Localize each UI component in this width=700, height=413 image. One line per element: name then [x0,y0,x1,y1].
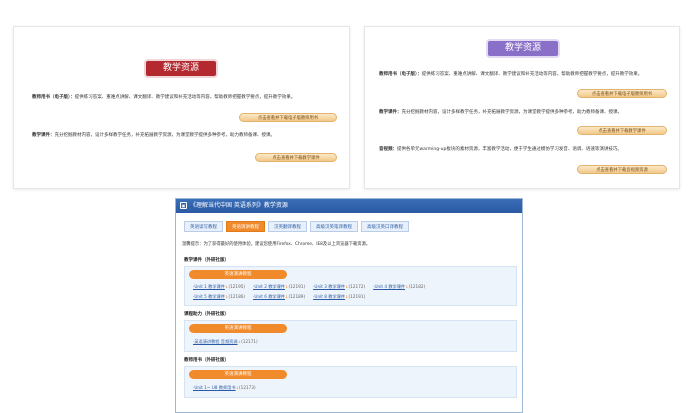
teacher-book-box: 英语演讲教程 ·Unit 1~ U8 教师用书↓(12173) [184,366,517,398]
link-item[interactable]: ·Unit 8 教学课件↓(12191) [313,294,365,300]
link-item[interactable]: ·Unit 5 教学课件↓(12186) [193,294,245,300]
tab-advanced-translation[interactable]: 高级汉英笔译教程 [310,221,358,232]
resource-panel-right: 教学资源 教师用书（电子版）：提供练习答案、重难点讲解、课文翻译、教学建议和补充… [364,26,680,189]
resource-panel-left: 教学资源 教师用书（电子版）：提供练习答案、重难点讲解、课文翻译、教学建议和补充… [13,26,350,189]
link-item[interactable]: ·Unit 1 教学课件↓(12195) [193,284,245,290]
course-pill: 英语演讲教程 [189,270,287,279]
teacher-book-description: 教师用书（电子版）：提供练习答案、重难点讲解、课文翻译、教学建议和补充活动等内容… [379,72,642,78]
courseware-row-1: ·Unit 1 教学课件↓(12195) ·Unit 2 教学课件↓(12191… [193,284,425,290]
section-label-course-support: 课程助力（外研社版） [184,312,229,317]
courseware-text: 充分挖掘教材内容，设计多样教学任务，补充拓展教学资源，为课堂教学提供多种参考，助… [54,133,276,138]
audio-video-label: 音视频： [379,147,397,152]
link-item[interactable]: ·Unit 4 教学课件↓(12182) [373,284,425,290]
teacher-book-text: 提供练习答案、重难点讲解、课文翻译、教学建议和补充活动等内容，帮助教师把握教学要… [421,72,643,77]
audio-resource-link[interactable]: ·英语演讲教程 音频资源 [193,339,238,344]
download-count: (12171) [241,339,258,344]
panel-title: 教学资源 [146,61,216,76]
teacher-book-label: 教师用书（电子版）： [32,95,75,100]
download-count: (12195) [228,284,246,289]
link-item[interactable]: ·Unit 2 教学课件↓(12191) [253,284,305,290]
link-item[interactable]: ·英语演讲教程 音频资源↓(12171) [193,339,258,345]
courseware-row-2: ·Unit 5 教学课件↓(12186) ·Unit 6 教学课件↓(12189… [193,294,365,300]
course-support-row: ·英语演讲教程 音频资源↓(12171) [193,339,258,345]
courseware-description: 教学课件：充分挖掘教材内容，设计多样教学任务，补充拓展教学资源，为课堂教学提供多… [32,133,275,139]
tab-reading-writing[interactable]: 英语读写教程 [184,221,223,232]
download-audio-video-button[interactable]: 点击查看并下载音视频资源 [577,165,667,174]
tab-bar: 英语读写教程 英语演讲教程 汉英翻译教程 高级汉英笔译教程 高级汉英口译教程 [184,221,409,232]
link-item[interactable]: ·Unit 6 教学课件↓(12189) [253,294,305,300]
download-count: (12186) [228,294,246,299]
link-item[interactable]: ·Unit 1~ U8 教师用书↓(12173) [193,385,256,391]
panel-title: 教学资源 [488,41,558,56]
download-courseware-button[interactable]: 点击查看并下载教学课件 [577,126,667,135]
download-teacher-book-button[interactable]: 点击查看并下载电子版教师用书 [239,113,337,122]
audio-video-description: 音视频：提供各单元warming-up板块的素材资源，丰富教学活动，便于学生通过… [379,147,622,153]
teacher-book-description: 教师用书（电子版）：提供练习答案、重难点讲解、课文翻译、教学建议和补充活动等内容… [32,95,295,101]
download-count: (12189) [288,294,306,299]
unit-4-courseware-link[interactable]: ·Unit 4 教学课件 [373,284,405,289]
courseware-box: 英语演讲教程 ·Unit 1 教学课件↓(12195) ·Unit 2 教学课件… [184,266,517,306]
download-count: (12191) [288,284,306,289]
course-support-box: 英语演讲教程 ·英语演讲教程 音频资源↓(12171) [184,320,517,352]
link-item[interactable]: ·Unit 3 教学课件↓(12172) [313,284,365,290]
tab-advanced-interpreting[interactable]: 高级汉英口译教程 [361,221,409,232]
app-icon: ▣ [180,202,187,209]
unit-8-courseware-link[interactable]: ·Unit 8 教学课件 [313,294,345,299]
download-count: (12191) [348,294,366,299]
window-titlebar: ▣ 《理解当代中国 英语系列》教学资源 [176,199,522,213]
course-pill: 英语演讲教程 [189,324,287,333]
tab-translation[interactable]: 汉英翻译教程 [268,221,307,232]
page: 教学资源 教师用书（电子版）：提供练习答案、重难点讲解、课文翻译、教学建议和补充… [0,0,700,413]
download-count: (12182) [408,284,426,289]
tab-public-speaking[interactable]: 英语演讲教程 [226,221,265,232]
teacher-book-text: 提供练习答案、重难点讲解、课文翻译、教学建议和补充活动等内容，帮助教师把握教学要… [74,95,296,100]
download-teacher-book-button[interactable]: 点击查看并下载电子版教师用书 [577,89,667,98]
unit-6-courseware-link[interactable]: ·Unit 6 教学课件 [253,294,285,299]
courseware-text: 充分挖掘教材内容，设计多样教学任务，补充拓展教学资源，为课堂教学提供多种参考，助… [401,110,623,115]
teacher-book-link[interactable]: ·Unit 1~ U8 教师用书 [193,385,236,390]
window-title: 《理解当代中国 英语系列》教学资源 [190,202,288,209]
section-label-courseware: 教学课件（外研社版） [184,258,229,263]
download-count: (12172) [348,284,366,289]
download-courseware-button[interactable]: 点击查看并下载教学课件 [255,153,337,162]
teacher-book-label: 教师用书（电子版）： [379,72,422,77]
browser-hint: 温馨提示：为了获得最好的使用体验，建议您使用Firefox、Chrome、IE8… [182,242,371,247]
unit-2-courseware-link[interactable]: ·Unit 2 教学课件 [253,284,285,289]
resource-window: ▣ 《理解当代中国 英语系列》教学资源 英语读写教程 英语演讲教程 汉英翻译教程… [175,198,523,413]
audio-video-text: 提供各单元warming-up板块的素材资源，丰富教学活动，便于学生通过模仿学习… [397,147,622,152]
section-label-teacher-book: 教师用书（外研社版） [184,358,229,363]
courseware-description: 教学课件：充分挖掘教材内容，设计多样教学任务，补充拓展教学资源，为课堂教学提供多… [379,110,622,116]
unit-5-courseware-link[interactable]: ·Unit 5 教学课件 [193,294,225,299]
teacher-book-row: ·Unit 1~ U8 教师用书↓(12173) [193,385,256,391]
download-count: (12173) [239,385,256,390]
course-pill: 英语演讲教程 [189,370,287,379]
unit-3-courseware-link[interactable]: ·Unit 3 教学课件 [313,284,345,289]
courseware-label: 教学课件： [379,110,402,115]
courseware-label: 教学课件： [32,133,55,138]
unit-1-courseware-link[interactable]: ·Unit 1 教学课件 [193,284,225,289]
